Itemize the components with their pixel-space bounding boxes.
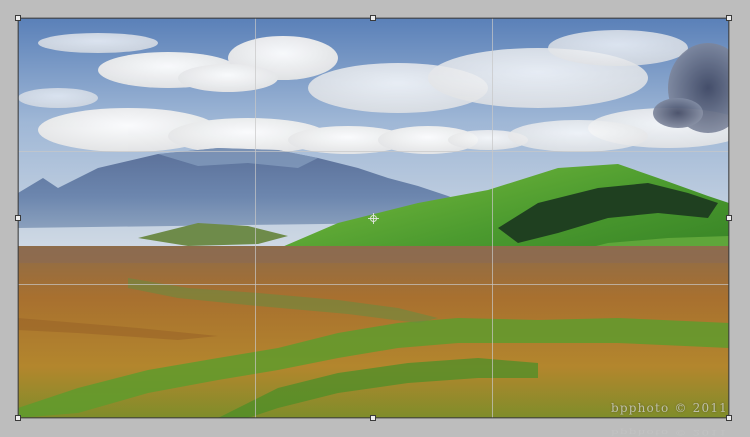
watermark: bpphoto © 2011 <box>610 401 728 415</box>
crop-handle-top[interactable] <box>370 15 376 21</box>
crosshair-icon[interactable] <box>368 213 379 224</box>
crop-handle-top-left[interactable] <box>15 15 21 21</box>
grid-line-horizontal <box>18 151 729 152</box>
crop-handle-right[interactable] <box>726 215 732 221</box>
crop-handle-left[interactable] <box>15 215 21 221</box>
grid-line-horizontal <box>18 284 729 285</box>
crop-handle-top-right[interactable] <box>726 15 732 21</box>
watermark-reflection: bpphoto © 2011 <box>610 428 728 437</box>
crop-handle-bottom-right[interactable] <box>726 415 732 421</box>
crop-handle-bottom-left[interactable] <box>15 415 21 421</box>
grid-line-vertical <box>492 18 493 418</box>
editor-canvas: bpphoto © 2011 bpphoto © 2011 <box>0 0 750 437</box>
grid-line-vertical <box>255 18 256 418</box>
crop-handle-bottom[interactable] <box>370 415 376 421</box>
